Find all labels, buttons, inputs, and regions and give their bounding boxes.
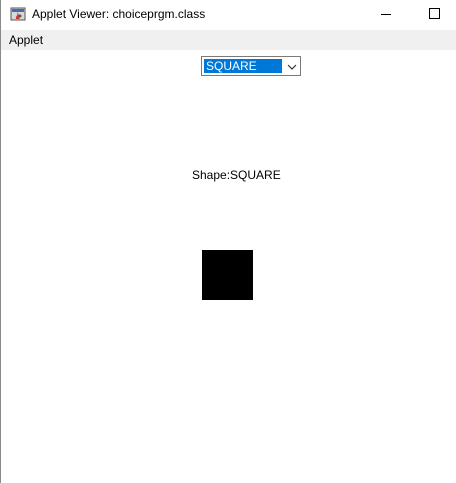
- applet-viewer-window: Applet Viewer: choiceprgm.class Applet S…: [0, 0, 456, 483]
- shape-label: Shape:SQUARE: [192, 168, 281, 182]
- maximize-button[interactable]: [410, 0, 456, 30]
- applet-area: SQUARE Shape:SQUARE: [1, 50, 456, 483]
- chevron-down-icon[interactable]: [286, 60, 298, 72]
- minimize-button[interactable]: [363, 0, 409, 30]
- menu-bar: Applet: [1, 30, 456, 50]
- window-title: Applet Viewer: choiceprgm.class: [32, 7, 206, 21]
- drawn-square-shape: [202, 250, 253, 300]
- java-applet-icon: [10, 6, 26, 22]
- choice-selected-value: SQUARE: [204, 59, 282, 73]
- shape-choice-dropdown[interactable]: SQUARE: [201, 56, 301, 76]
- title-bar[interactable]: Applet Viewer: choiceprgm.class: [1, 0, 456, 30]
- menu-applet[interactable]: Applet: [9, 33, 43, 47]
